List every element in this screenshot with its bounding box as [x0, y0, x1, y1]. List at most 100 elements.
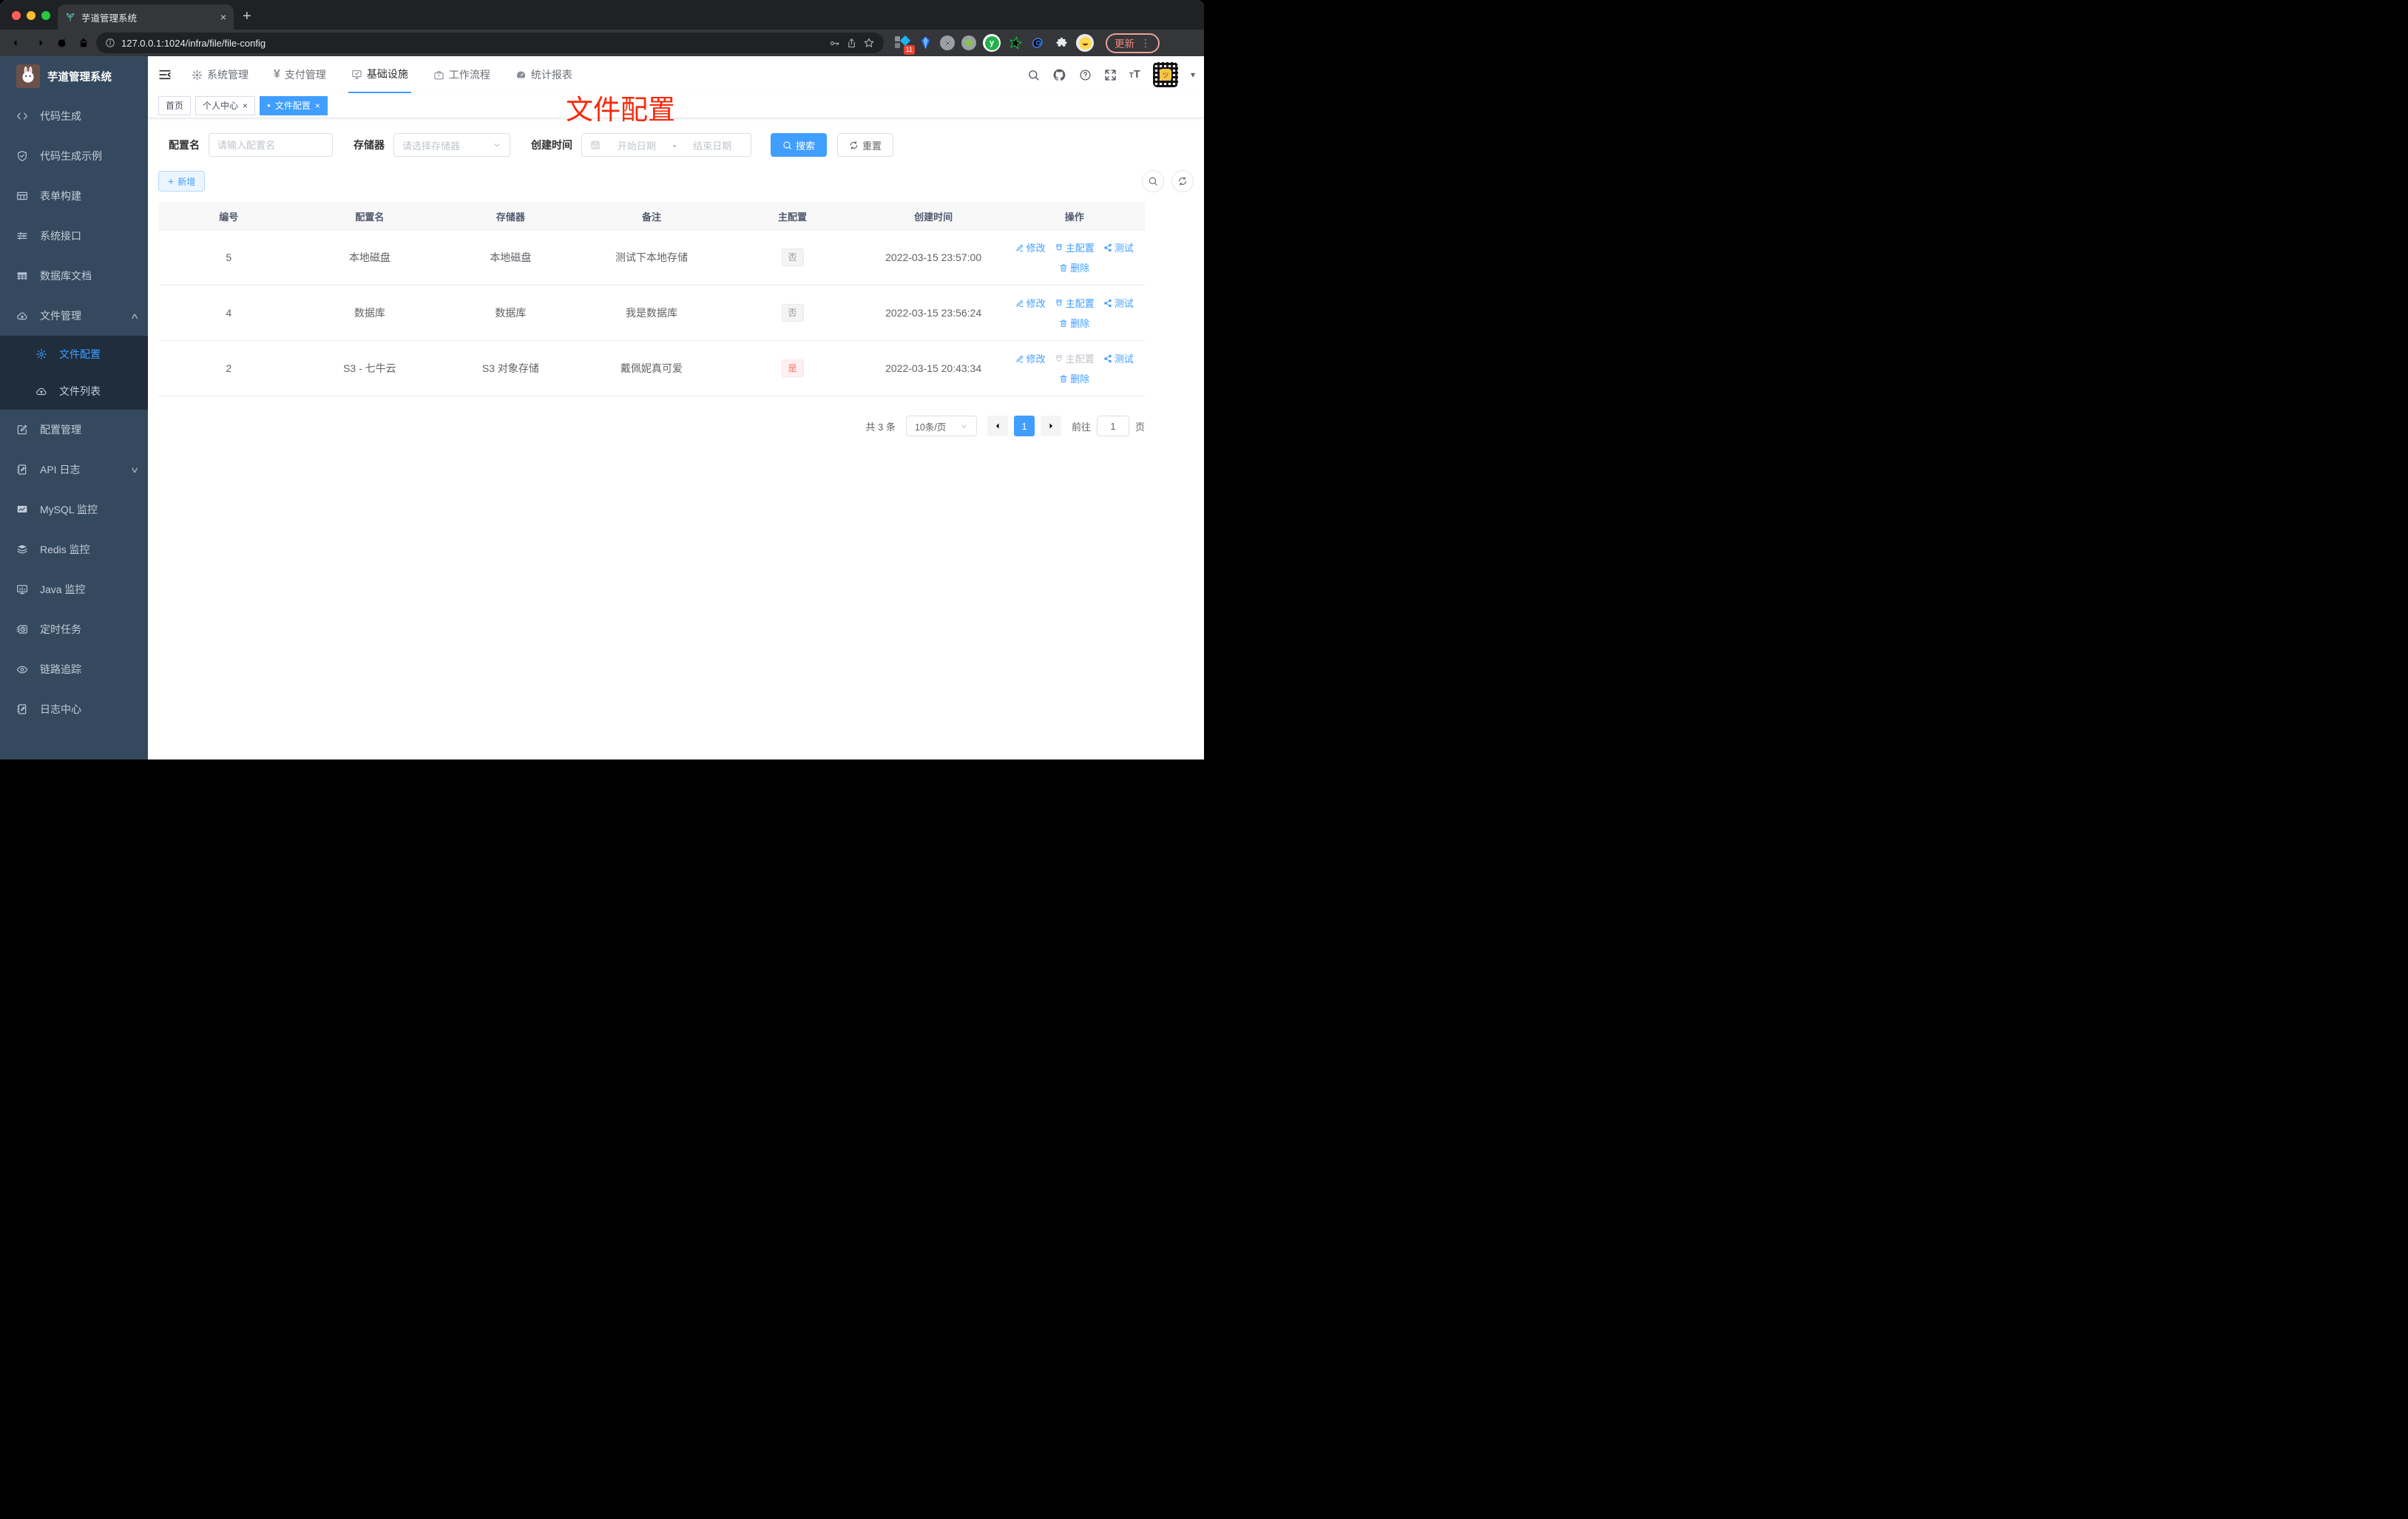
sidebar-item-db-doc[interactable]: 数据库文档	[0, 256, 148, 296]
sidebar-item-mysql-monitor[interactable]: MySQL 监控	[0, 490, 148, 530]
test-action-link[interactable]: 测试	[1103, 296, 1134, 310]
back-icon[interactable]	[7, 33, 27, 53]
close-icon[interactable]: ×	[315, 101, 320, 111]
help-icon[interactable]	[1079, 69, 1092, 81]
test-action-link[interactable]: 测试	[1103, 240, 1134, 254]
topnav-item-infrastructure[interactable]: 基础设施	[348, 56, 411, 93]
sidebar-item-system-api[interactable]: 系统接口	[0, 216, 148, 256]
sidebar-collapse-icon[interactable]	[158, 68, 172, 81]
close-window-button[interactable]	[12, 11, 21, 20]
avatar[interactable]: ツ	[1152, 62, 1178, 87]
refresh-table-button[interactable]	[1171, 170, 1194, 192]
avatar-caret-icon[interactable]: ▾	[1191, 70, 1195, 80]
extension-command-icon[interactable]	[940, 35, 955, 50]
shield-check-icon	[16, 150, 28, 162]
extension-emoji-icon[interactable]	[1076, 34, 1094, 52]
reset-button[interactable]: 重置	[837, 133, 894, 157]
sidebar-item-scheduled-jobs[interactable]: 定时任务	[0, 609, 148, 649]
extension-rings-icon[interactable]	[1030, 35, 1046, 51]
master-action-link[interactable]: 主配置	[1055, 240, 1095, 254]
search-icon[interactable]	[1027, 69, 1040, 81]
site-info-icon[interactable]	[105, 38, 115, 48]
extension-star-icon[interactable]	[1007, 35, 1024, 51]
minimize-window-button[interactable]	[27, 11, 35, 20]
sidebar-item-label: 配置管理	[40, 424, 81, 436]
cell-created: 2022-03-15 20:43:34	[885, 362, 982, 374]
start-date-placeholder[interactable]: 开始日期	[606, 138, 667, 152]
prev-page-button[interactable]	[987, 416, 1008, 436]
timer-icon	[16, 623, 28, 635]
fullscreen-icon[interactable]	[1104, 69, 1117, 81]
share-icon[interactable]	[846, 38, 857, 49]
sidebar-item-file-list[interactable]: 文件列表	[0, 373, 148, 410]
forward-icon[interactable]	[30, 33, 49, 53]
delete-action-link[interactable]: 删除	[1059, 316, 1089, 330]
sidebar-item-redis-monitor[interactable]: Redis 监控	[0, 530, 148, 569]
sidebar-item-label: 定时任务	[40, 623, 81, 635]
chrome-update-button[interactable]: 更新 ⋮	[1106, 33, 1160, 53]
bookmark-star-icon[interactable]	[863, 37, 875, 49]
test-action-link[interactable]: 测试	[1103, 351, 1134, 365]
navbar-right-tools: TT ツ ▾	[1027, 62, 1195, 87]
topnav-label: 系统管理	[207, 69, 248, 81]
new-tab-button[interactable]: +	[243, 8, 251, 25]
storage-select[interactable]: 请选择存储器	[393, 133, 510, 157]
delete-action-link[interactable]: 删除	[1059, 371, 1089, 385]
add-button[interactable]: + 新增	[158, 171, 206, 192]
font-size-icon[interactable]: TT	[1129, 68, 1140, 81]
master-action-link[interactable]: 主配置	[1055, 296, 1095, 310]
sidebar-item-tracing[interactable]: 链路追踪	[0, 649, 148, 689]
sidebar-item-form-builder[interactable]: 表单构建	[0, 176, 148, 216]
tag-profile[interactable]: 个人中心 ×	[195, 95, 256, 115]
topnav-item-system[interactable]: 系统管理	[189, 56, 251, 93]
page-size-select[interactable]: 10条/页	[905, 416, 977, 436]
next-page-button[interactable]	[1040, 416, 1061, 436]
topnav-item-payment[interactable]: ¥ 支付管理	[271, 56, 329, 93]
current-page-button[interactable]: 1	[1013, 416, 1035, 436]
cell-storage: 数据库	[495, 307, 527, 319]
tag-home[interactable]: 首页	[158, 95, 192, 115]
extension-dashlane-icon[interactable]: 11	[894, 35, 915, 55]
end-date-placeholder[interactable]: 结束日期	[682, 138, 743, 152]
extension-gray-dot-icon[interactable]	[961, 35, 976, 50]
close-icon[interactable]: ×	[243, 101, 248, 111]
toggle-search-button[interactable]	[1142, 170, 1164, 192]
search-button[interactable]: 搜索	[771, 133, 828, 157]
delete-action-link[interactable]: 删除	[1059, 260, 1089, 274]
sidebar-item-config-management[interactable]: 配置管理	[0, 410, 148, 450]
window-controls[interactable]	[12, 11, 50, 20]
extension-y-icon[interactable]: y	[983, 34, 1001, 52]
sidebar-item-api-log[interactable]: API 日志 ∨	[0, 450, 148, 490]
edit-action-link[interactable]: 修改	[1015, 240, 1046, 254]
tab-close-icon[interactable]: ×	[220, 11, 226, 23]
browser-menu-icon[interactable]: ⋮	[1140, 37, 1151, 50]
url-text[interactable]: 127.0.0.1:1024/infra/file/file-config	[121, 38, 823, 49]
config-name-input[interactable]	[217, 139, 324, 151]
sidebar-item-code-gen[interactable]: 代码生成	[0, 96, 148, 136]
extension-gem-icon[interactable]	[917, 35, 933, 51]
file-management-submenu: 文件配置 文件列表	[0, 336, 148, 410]
browser-tab[interactable]: 芋道管理系统 ×	[58, 4, 234, 30]
tag-file-config[interactable]: ● 文件配置 ×	[260, 95, 328, 115]
date-range-picker[interactable]: 开始日期 - 结束日期	[581, 133, 751, 157]
sidebar-item-log-center[interactable]: 日志中心	[0, 689, 148, 729]
top-navbar: 系统管理 ¥ 支付管理 基础设施 工作流程 统计报表 TT ツ ▾	[148, 56, 1204, 93]
sidebar-item-label: 代码生成示例	[40, 150, 102, 162]
goto-page-input[interactable]	[1105, 420, 1120, 432]
extensions-puzzle-icon[interactable]	[1053, 35, 1069, 51]
edit-action-link[interactable]: 修改	[1015, 296, 1046, 310]
topnav-item-workflow[interactable]: 工作流程	[430, 56, 493, 93]
sidebar-item-code-demo[interactable]: 代码生成示例	[0, 136, 148, 176]
app-logo[interactable]: 芋道管理系统	[0, 56, 148, 96]
name-filter-label: 配置名	[169, 139, 200, 151]
home-icon[interactable]	[74, 33, 93, 53]
password-key-icon[interactable]	[829, 38, 840, 49]
sidebar-item-file-management[interactable]: 文件管理 ∧	[0, 296, 148, 336]
edit-action-link[interactable]: 修改	[1015, 351, 1046, 365]
address-bar[interactable]: 127.0.0.1:1024/infra/file/file-config	[96, 33, 884, 53]
sidebar-item-java-monitor[interactable]: Java 监控	[0, 569, 148, 609]
github-icon[interactable]	[1052, 68, 1066, 82]
sidebar-item-file-config[interactable]: 文件配置	[0, 336, 148, 373]
reload-icon[interactable]	[52, 33, 71, 53]
zoom-window-button[interactable]	[41, 11, 50, 20]
